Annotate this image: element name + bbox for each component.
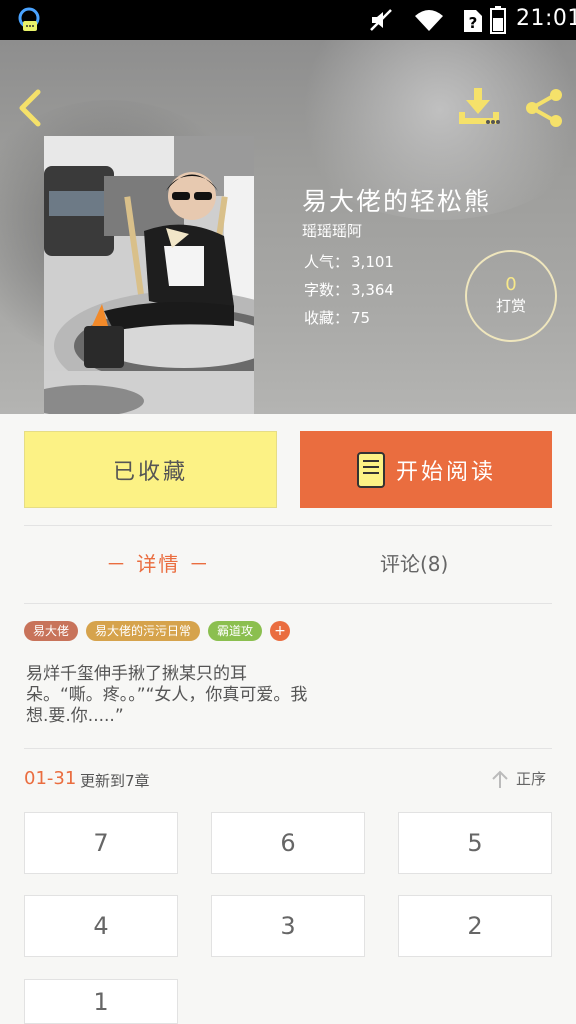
popularity-value: 3,101 <box>351 253 394 271</box>
chapter-button[interactable]: 4 <box>24 895 178 957</box>
chapter-button[interactable]: 3 <box>211 895 365 957</box>
tab-detail[interactable]: － 详情 － <box>106 548 211 577</box>
book-icon <box>356 451 385 488</box>
battery-icon <box>490 6 506 34</box>
chapter-button[interactable]: 7 <box>24 812 178 874</box>
popularity-row: 人气： 3,101 <box>302 251 394 272</box>
favorites-label: 收藏： <box>304 309 350 327</box>
update-text: 更新到7章 <box>80 772 150 790</box>
start-reading-button[interactable]: 开始阅读 <box>300 431 552 508</box>
start-reading-label: 开始阅读 <box>395 459 496 485</box>
tip-count: 0 <box>505 274 517 295</box>
clock: 21:01 <box>516 6 576 31</box>
sort-button[interactable]: 正序 <box>490 768 546 789</box>
status-bar: ? 21:01 <box>0 0 576 40</box>
word-count-value: 3,364 <box>351 281 394 299</box>
popularity-label: 人气： <box>304 253 350 271</box>
tab-comments[interactable]: 评论(8) <box>380 548 448 577</box>
tip-button[interactable]: 0 打赏 <box>465 250 557 342</box>
tag-list: 易大佬 易大佬的污污日常 霸道攻 + <box>24 621 291 641</box>
chapter-button[interactable]: 6 <box>211 812 365 874</box>
word-count-label: 字数： <box>304 281 350 299</box>
add-tag-button[interactable]: + <box>270 621 291 641</box>
chapter-button[interactable]: 5 <box>398 812 552 874</box>
book-author[interactable]: 瑶瑶瑶阿 <box>302 220 362 241</box>
favorites-value: 75 <box>351 309 371 327</box>
download-icon[interactable] <box>456 86 502 130</box>
tag-item[interactable]: 易大佬 <box>24 621 79 641</box>
chapter-button[interactable]: 2 <box>398 895 552 957</box>
tag-item[interactable]: 霸道攻 <box>208 621 263 641</box>
no-sim-icon: ? <box>464 10 482 32</box>
description-line: 朵。“嘶。疼。。”“女人，你真可爱。我 <box>26 685 308 705</box>
collected-button[interactable]: 已收藏 <box>24 431 277 508</box>
wifi-icon <box>415 10 443 31</box>
notification-app-icon <box>18 7 40 31</box>
update-date: 01-31 <box>24 768 77 789</box>
back-arrow-icon[interactable] <box>14 86 46 130</box>
description-line: 想.要.你.....” <box>26 706 124 726</box>
book-description: 易烊千玺伸手揪了揪某只的耳 朵。“嘶。疼。。”“女人，你真可爱。我 想.要.你.… <box>26 664 456 727</box>
book-cover-image <box>44 136 254 414</box>
description-line: 易烊千玺伸手揪了揪某只的耳 <box>26 664 247 684</box>
sort-label: 正序 <box>516 770 547 788</box>
tip-label: 打赏 <box>495 297 526 315</box>
mute-icon <box>370 9 392 31</box>
share-icon[interactable] <box>522 86 566 130</box>
chapter-button[interactable]: 1 <box>24 979 178 1024</box>
tag-item[interactable]: 易大佬的污污日常 <box>86 621 201 641</box>
sort-up-arrow-icon <box>492 770 508 788</box>
book-title: 易大佬的轻松熊 <box>302 187 492 216</box>
divider <box>24 603 552 604</box>
word-count-row: 字数： 3,364 <box>302 279 394 300</box>
svg-text:?: ? <box>469 14 478 32</box>
collected-label: 已收藏 <box>112 459 188 485</box>
divider <box>24 748 552 749</box>
divider <box>24 525 552 526</box>
favorites-row: 收藏： 75 <box>302 307 370 328</box>
